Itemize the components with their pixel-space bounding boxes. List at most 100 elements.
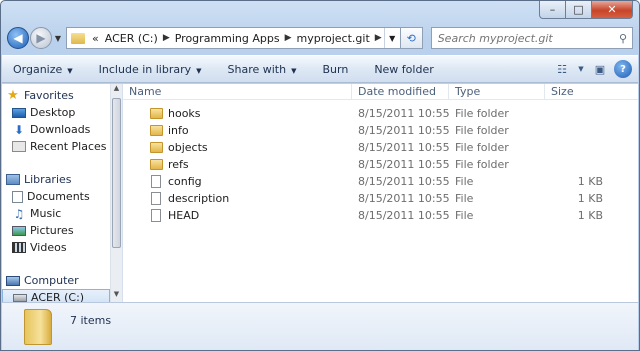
computer-label: Computer [24, 274, 79, 287]
organize-button[interactable]: Organize ▼ [13, 63, 73, 76]
search-input[interactable] [437, 31, 614, 45]
column-header-name[interactable]: Name [123, 84, 352, 99]
share-with-button[interactable]: Share with ▼ [228, 63, 297, 76]
file-type: File [455, 209, 474, 222]
file-size: 1 KB [577, 192, 603, 205]
help-icon[interactable]: ? [614, 60, 632, 78]
minimize-button[interactable]: – [539, 1, 565, 19]
back-arrow-icon: ◀ [13, 31, 23, 45]
file-date: 8/15/2011 10:55 PM [358, 124, 449, 137]
file-type: File folder [455, 141, 509, 154]
content-area: ★ Favorites Desktop ⬇ Downloads Recent P… [2, 84, 638, 302]
file-row[interactable]: description 8/15/2011 10:55 PM File 1 KB [123, 190, 638, 207]
navigation-scrollbar[interactable]: ▲ ▼ [110, 84, 122, 302]
scroll-up-icon[interactable]: ▲ [111, 84, 122, 96]
address-bar[interactable]: « ACER (C:) ▶ Programming Apps ▶ myproje… [66, 27, 401, 49]
file-type: File [455, 175, 474, 188]
column-header-type[interactable]: Type [449, 84, 545, 99]
favorites-label: Favorites [24, 89, 74, 102]
breadcrumb-chevron-icon[interactable]: ▶ [373, 33, 384, 43]
breadcrumb-chevron-icon[interactable]: ▶ [283, 33, 294, 43]
explorer-window: – □ ✕ ◀ ▶ ▼ « ACER (C:) ▶ Programming Ap… [0, 0, 640, 351]
file-date: 8/15/2011 10:55 PM [358, 107, 449, 120]
music-icon: ♫ [13, 206, 25, 221]
navigation-list: ★ Favorites Desktop ⬇ Downloads Recent P… [2, 84, 110, 302]
sidebar-item-documents[interactable]: Documents [2, 188, 110, 205]
maximize-button[interactable]: □ [565, 1, 591, 19]
file-date: 8/15/2011 10:55 PM [358, 175, 449, 188]
chevron-down-icon: ▼ [291, 66, 297, 75]
details-pane: 7 items [2, 302, 638, 350]
back-button[interactable]: ◀ [7, 27, 29, 49]
search-box[interactable]: ⚲ [430, 27, 633, 49]
folder-icon [150, 142, 163, 153]
sidebar-item-recent-places[interactable]: Recent Places [2, 138, 110, 155]
documents-icon [12, 190, 23, 203]
file-row[interactable]: hooks 8/15/2011 10:55 PM File folder [123, 105, 638, 122]
file-name: config [168, 175, 202, 188]
file-row[interactable]: objects 8/15/2011 10:55 PM File folder [123, 139, 638, 156]
forward-button[interactable]: ▶ [30, 27, 52, 49]
file-type: File [455, 192, 474, 205]
star-icon: ★ [7, 88, 19, 103]
breadcrumb-chevron-icon[interactable]: ▶ [161, 33, 172, 43]
folder-icon [150, 125, 163, 136]
favorites-group[interactable]: ★ Favorites [2, 87, 110, 104]
sidebar-item-videos[interactable]: Videos [2, 239, 110, 256]
libraries-icon [6, 174, 20, 185]
folder-icon [150, 108, 163, 119]
sidebar-item-desktop[interactable]: Desktop [2, 104, 110, 121]
column-headers: Name Date modified Type Size [123, 84, 638, 100]
include-in-library-button[interactable]: Include in library ▼ [99, 63, 202, 76]
scrollbar-thumb[interactable] [112, 98, 121, 248]
file-row[interactable]: refs 8/15/2011 10:55 PM File folder [123, 156, 638, 173]
organize-label: Organize [13, 62, 63, 76]
new-folder-button[interactable]: New folder [374, 63, 433, 76]
column-header-date-modified[interactable]: Date modified [352, 84, 449, 99]
breadcrumb-segment[interactable]: ACER (C:) [102, 32, 161, 45]
sidebar-item-label: Desktop [30, 106, 76, 119]
breadcrumb-segment[interactable]: myproject.git [294, 32, 373, 45]
sidebar-item-acer-drive[interactable]: ACER (C:) [2, 289, 110, 302]
close-button[interactable]: ✕ [591, 1, 633, 19]
refresh-button[interactable]: ⟲ [400, 27, 423, 49]
burn-button[interactable]: Burn [322, 63, 348, 76]
file-type: File folder [455, 158, 509, 171]
file-size: 1 KB [577, 175, 603, 188]
sidebar-item-label: Pictures [30, 224, 74, 237]
address-row: ◀ ▶ ▼ « ACER (C:) ▶ Programming Apps ▶ m… [7, 25, 633, 51]
sidebar-item-pictures[interactable]: Pictures [2, 222, 110, 239]
breadcrumb-overflow[interactable]: « [89, 32, 102, 45]
sidebar-item-music[interactable]: ♫ Music [2, 205, 110, 222]
computer-group[interactable]: Computer [2, 272, 110, 289]
breadcrumb-segment[interactable]: Programming Apps [172, 32, 283, 45]
search-icon[interactable]: ⚲ [614, 32, 632, 45]
address-dropdown-icon[interactable]: ▼ [383, 28, 400, 48]
column-header-size[interactable]: Size [545, 84, 631, 99]
command-bar: Organize ▼ Include in library ▼ Share with… [2, 55, 638, 83]
file-list-pane: Name Date modified Type Size hooks 8/15/… [123, 84, 638, 302]
caption-buttons: – □ ✕ [539, 1, 633, 20]
view-options-dropdown-icon[interactable]: ▼ [576, 60, 586, 78]
file-name: HEAD [168, 209, 200, 222]
scroll-down-icon[interactable]: ▼ [111, 290, 122, 302]
recent-pages-dropdown[interactable]: ▼ [52, 34, 64, 43]
file-date: 8/15/2011 10:55 PM [358, 192, 449, 205]
pictures-icon [12, 225, 26, 236]
sidebar-item-downloads[interactable]: ⬇ Downloads [2, 121, 110, 138]
libraries-label: Libraries [24, 173, 72, 186]
file-row[interactable]: info 8/15/2011 10:55 PM File folder [123, 122, 638, 139]
sidebar-item-label: Recent Places [30, 140, 107, 153]
change-view-icon[interactable]: ☷ [552, 60, 572, 78]
libraries-group[interactable]: Libraries [2, 171, 110, 188]
chevron-down-icon: ▼ [67, 66, 73, 75]
folder-icon [71, 32, 85, 44]
computer-icon [6, 275, 20, 286]
sidebar-item-label: Documents [27, 190, 90, 203]
file-row[interactable]: HEAD 8/15/2011 10:55 PM File 1 KB [123, 207, 638, 224]
file-row[interactable]: config 8/15/2011 10:55 PM File 1 KB [123, 173, 638, 190]
preview-pane-icon[interactable]: ▣ [590, 60, 610, 78]
file-type: File folder [455, 124, 509, 137]
folder-icon [24, 308, 52, 345]
refresh-icon: ⟲ [406, 31, 416, 45]
